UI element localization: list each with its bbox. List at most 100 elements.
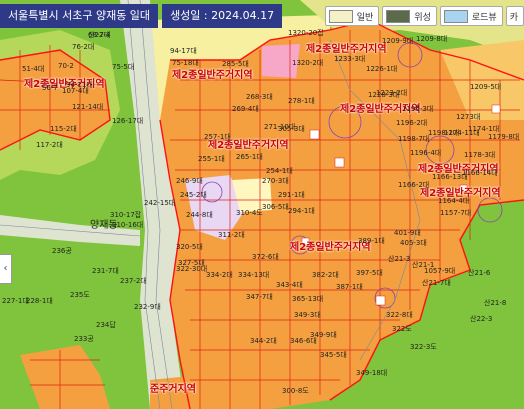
parcel-label: 산21-6 — [468, 269, 491, 277]
parcel-label: 365-13대 — [292, 295, 324, 303]
parcel-label: 56-7 — [42, 84, 58, 92]
parcel-label: 405-3대 — [400, 239, 427, 247]
parcel-label: 228-1대 — [26, 297, 53, 305]
parcel-label: 1228-3대 — [368, 91, 400, 99]
map-type-roadview-button[interactable]: 로드뷰 — [439, 6, 503, 26]
parcel-label: 387-1대 — [336, 283, 363, 291]
map-type-general-button[interactable]: 일반 — [324, 6, 380, 26]
parcel-label: 320-5대 — [176, 243, 203, 251]
parcel-label: 107-4대 — [62, 87, 89, 95]
parcel-label: 1164-4대 — [438, 197, 470, 205]
parcel-label: 311-2대 — [218, 231, 245, 239]
parcel-label: 310-4도 — [236, 209, 263, 217]
parcel-label: 236공 — [52, 247, 72, 255]
parcel-label: 269-4대 — [232, 105, 259, 113]
parcel-label: 232-9대 — [134, 303, 161, 311]
parcel-label: 265-1대 — [236, 153, 263, 161]
parcel-label: 1196-2대 — [396, 119, 428, 127]
parcel-label: 343-4대 — [276, 281, 303, 289]
parcel-label: 76-2대 — [72, 43, 95, 51]
parcel-label: 1166-14대 — [462, 169, 498, 177]
parcel-label: 231-7대 — [92, 267, 119, 275]
panel-toggle-button[interactable]: ‹ — [0, 254, 12, 284]
parcel-label: 235도 — [70, 291, 90, 299]
parcel-label: 349-18대 — [356, 369, 388, 377]
parcel-label: 382-2대 — [312, 271, 339, 279]
parcel-label: 322-3도 — [410, 343, 437, 351]
zone-label: 제2종일반주거지역 — [306, 44, 387, 55]
location-title: 서울특별시 서초구 양재동 일대 — [0, 4, 159, 28]
parcel-label: 344-2대 — [250, 337, 277, 345]
map-view[interactable]: 제2종일반주거지역 제2종일반주거지역 제2종일반주거지역 제2종일반주거지역 … — [0, 0, 524, 409]
parcel-label: 257-1대 — [204, 133, 231, 141]
parcel-label: 1320-2대 — [292, 59, 324, 67]
parcel-label: 349-3대 — [294, 311, 321, 319]
parcel-label: 산21-1 — [412, 261, 435, 269]
parcel-label: 401-9대 — [394, 229, 421, 237]
parcel-label: 397-5대 — [356, 269, 383, 277]
parcel-label: 1166-2대 — [398, 181, 430, 189]
parcel-label: 1233-3대 — [334, 55, 366, 63]
map-type-controls: 일반 위성 로드뷰 카 — [324, 6, 524, 26]
parcel-label: 1174-1대 — [468, 125, 500, 133]
parcel-label: 1226-1대 — [366, 65, 398, 73]
parcel-label: 254-1대 — [266, 167, 293, 175]
ctrl-label: 일반 — [356, 12, 374, 23]
parcel-label: 310-16대 — [112, 221, 144, 229]
parcel-label: 94-17대 — [170, 47, 197, 55]
parcel-label: 1178-3대 — [464, 151, 496, 159]
parcel-label: 305-3대 — [278, 125, 305, 133]
roadview-swatch-icon — [443, 9, 468, 23]
parcel-label: 117-2대 — [36, 141, 63, 149]
parcel-label: 75-18대 — [172, 59, 199, 67]
parcel-label: 1320-20잡 — [288, 29, 324, 37]
parcel-label: 322-8대 — [386, 311, 413, 319]
parcel-label: 234답 — [96, 321, 116, 329]
parcel-label: 322도 — [392, 325, 412, 333]
creation-date: 생성일 : 2024.04.17 — [162, 4, 283, 28]
map-type-cadastral-button[interactable]: 카 — [505, 6, 524, 26]
parcel-label: 1198-2대 — [428, 129, 460, 137]
parcel-label: 1196-4대 — [410, 149, 442, 157]
parcel-label: 산21-8 — [484, 299, 507, 307]
parcel-label: 1209-5대 — [470, 83, 502, 91]
parcel-label: 244-8대 — [186, 211, 213, 219]
parcel-label: 346-6대 — [290, 337, 317, 345]
satellite-swatch-icon — [386, 9, 411, 23]
parcel-label: 300-8도 — [282, 387, 309, 395]
ctrl-label: 카 — [509, 12, 518, 23]
parcel-label: 347-7대 — [246, 293, 273, 301]
parcel-label: 산22-4 — [88, 31, 111, 39]
parcel-label: 121-14대 — [72, 103, 104, 111]
parcel-label: 1273대 — [456, 113, 481, 121]
parcel-label: 389-1대 — [358, 237, 385, 245]
parcel-label: 산21-7대 — [422, 279, 451, 287]
map-swatch-icon — [328, 9, 353, 23]
parcel-label: 75-5대 — [112, 63, 135, 71]
parcel-label: 115-2대 — [50, 125, 77, 133]
parcel-label: 310-17잡 — [110, 211, 142, 219]
parcel-label: 227-1대 — [2, 297, 29, 305]
parcel-label: 285-5대 — [222, 60, 249, 68]
parcel-label: 산21-3 — [388, 255, 411, 263]
ctrl-label: 위성 — [414, 12, 431, 23]
parcel-label: 306-5대 — [262, 203, 289, 211]
parcel-label: 산22-3 — [470, 315, 493, 323]
parcel-label: 291-1대 — [278, 191, 305, 199]
map-type-satellite-button[interactable]: 위성 — [382, 6, 437, 26]
parcel-label: 294-1대 — [288, 207, 315, 215]
parcel-label: 255-1대 — [198, 155, 225, 163]
parcel-label: 1196-3대 — [402, 105, 434, 113]
parcel-label: 51-4대 — [22, 65, 45, 73]
parcel-label: 1198-7대 — [398, 135, 430, 143]
parcel-label: 1157-7대 — [440, 209, 472, 217]
parcel-label: 268-3대 — [246, 93, 273, 101]
parcel-label: 334-2대 — [206, 271, 233, 279]
parcel-label: 1209-8대 — [416, 35, 448, 43]
parcel-label: 245-2대 — [180, 191, 207, 199]
parcel-label: 334-13대 — [238, 271, 270, 279]
parcel-label: 126-17대 — [112, 117, 144, 125]
parcel-label: 246-9대 — [176, 177, 203, 185]
parcel-label: 242-15대 — [144, 199, 176, 207]
parcel-label: 270-3대 — [262, 177, 289, 185]
